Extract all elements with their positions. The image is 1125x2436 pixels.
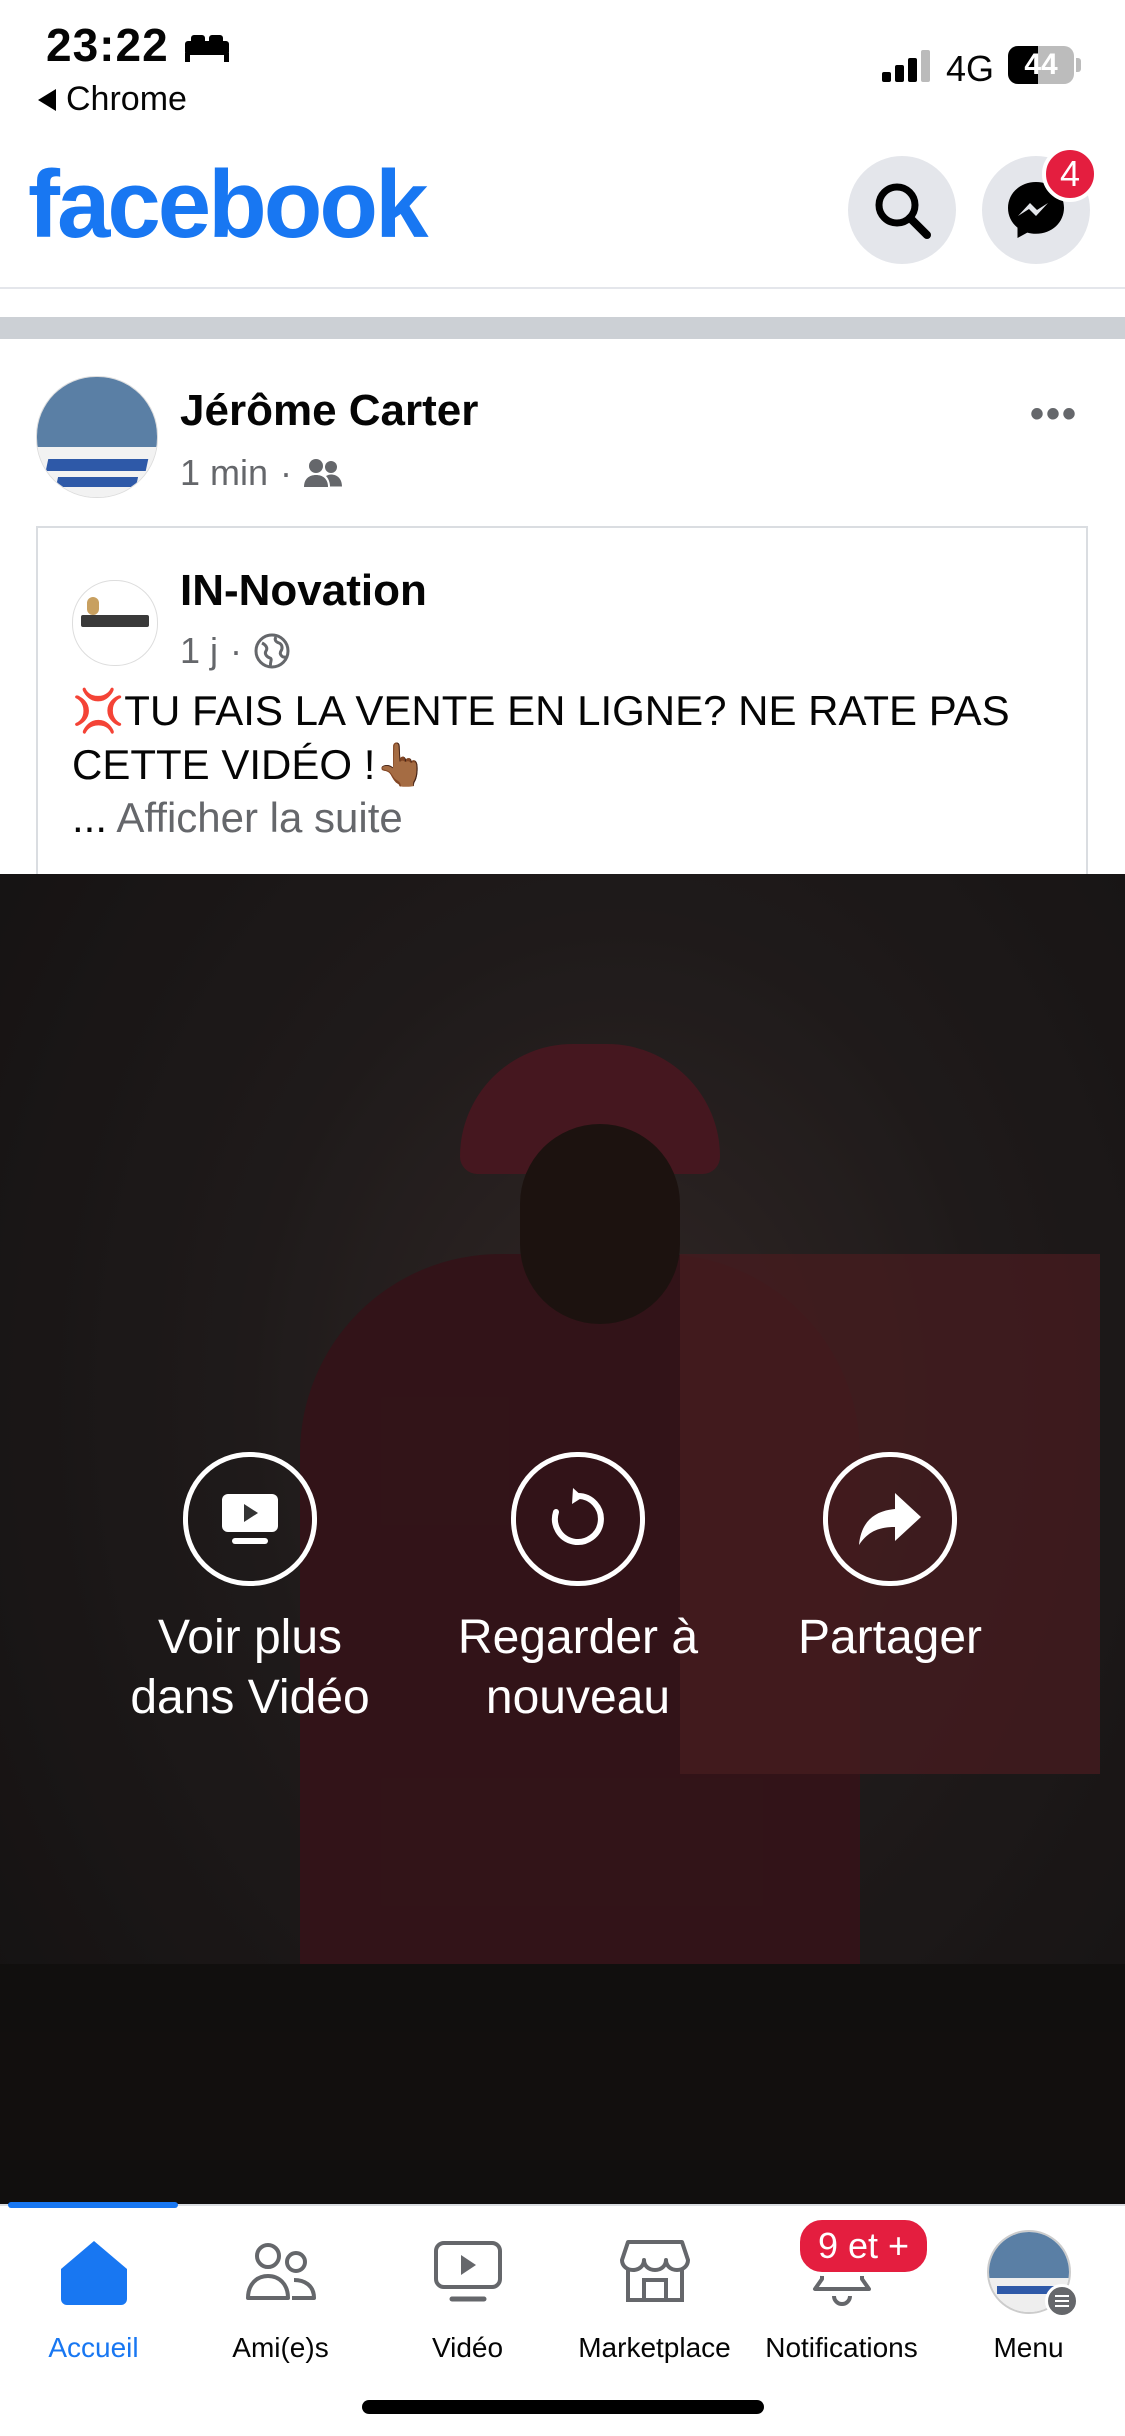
messenger-badge: 4 — [1042, 146, 1098, 202]
cellular-signal-icon — [882, 50, 930, 82]
author-name[interactable]: Jérôme Carter — [180, 386, 478, 436]
nav-tab-menu[interactable]: Menu — [935, 2204, 1122, 2364]
notifications-badge: 9 et + — [796, 2216, 932, 2276]
shared-page-name[interactable]: IN-Novation — [180, 566, 427, 616]
search-icon — [875, 183, 931, 239]
back-arrow-icon — [38, 88, 56, 111]
video-player[interactable]: Voir plus dans Vidéo Regarder à nouveau … — [0, 874, 1125, 2204]
nav-tab-home[interactable]: Accueil — [0, 2204, 187, 2364]
nav-label-notifications: Notifications — [765, 2332, 918, 2363]
watch-more-in-video-button[interactable]: Voir plus dans Vidéo — [90, 1452, 410, 1728]
post-text-body: TU FAIS LA VENTE EN LIGNE? NE RATE PAS C… — [72, 687, 1010, 788]
sleep-focus-icon — [185, 35, 229, 62]
meta-dot: · — [280, 452, 293, 493]
post-options-button[interactable]: ••• — [1030, 392, 1078, 437]
post-time: 1 min — [180, 452, 269, 493]
pointing-emoji: 👆🏾 — [375, 741, 428, 788]
replay-icon — [551, 1488, 604, 1545]
replay-button[interactable]: Regarder à nouveau — [418, 1452, 738, 1728]
friends-icon — [304, 459, 343, 487]
status-time: 23:22 — [46, 19, 169, 71]
nav-tab-video[interactable]: Vidéo — [374, 2204, 561, 2364]
menu-hamburger-icon — [1045, 2284, 1079, 2318]
video-icon — [433, 2241, 502, 2302]
see-more-link[interactable]: ... Afficher la suite — [72, 794, 403, 842]
nav-label-video: Vidéo — [431, 2332, 504, 2363]
network-type: 4G — [946, 48, 995, 89]
nav-label-home: Accueil — [48, 2332, 139, 2363]
shared-post-time: 1 j — [180, 630, 219, 671]
battery-icon: 44 — [1008, 46, 1082, 84]
share-button[interactable]: Partager — [730, 1452, 1050, 1668]
nav-label-friends: Ami(e)s — [232, 2332, 329, 2363]
home-icon — [60, 2241, 127, 2305]
replay-label-2: nouveau — [485, 1671, 671, 1724]
globe-icon — [254, 633, 290, 669]
share-icon-circle — [823, 1452, 957, 1586]
author-avatar[interactable] — [36, 376, 158, 498]
share-label: Partager — [797, 1611, 983, 1664]
battery-level: 44 — [1024, 48, 1058, 81]
home-indicator[interactable] — [362, 2400, 764, 2414]
meta-dot: · — [230, 630, 243, 671]
anger-emoji: 💢 — [72, 687, 125, 734]
nav-label-menu: Menu — [993, 2332, 1064, 2363]
video-tv-icon — [222, 1494, 278, 1544]
video-tv-icon-circle — [183, 1452, 317, 1586]
marketplace-icon — [619, 2240, 690, 2302]
share-icon — [859, 1493, 921, 1545]
nav-tab-marketplace[interactable]: Marketplace — [561, 2204, 748, 2364]
watch-more-label-2: dans Vidéo — [130, 1671, 370, 1724]
watch-more-label-1: Voir plus — [157, 1611, 343, 1664]
friends-icon — [245, 2243, 316, 2300]
facebook-logo[interactable]: facebook — [28, 150, 428, 260]
page-avatar[interactable] — [72, 580, 158, 666]
feed-separator — [0, 317, 1125, 339]
shared-post-meta: 1 j · — [180, 630, 290, 672]
see-more-ellipsis: ... — [72, 794, 108, 841]
see-more-label: Afficher la suite — [116, 794, 403, 841]
post-meta: 1 min · — [180, 452, 343, 494]
search-button[interactable] — [848, 156, 956, 264]
back-app-label: Chrome — [66, 80, 187, 118]
nav-label-marketplace: Marketplace — [578, 2332, 731, 2363]
header-divider — [0, 287, 1125, 289]
replay-label-1: Regarder à — [457, 1611, 699, 1664]
nav-tab-friends[interactable]: Ami(e)s — [187, 2204, 374, 2364]
back-to-app-link[interactable]: Chrome — [38, 80, 187, 119]
shared-post-text: 💢TU FAIS LA VENTE EN LIGNE? NE RATE PAS … — [72, 684, 1072, 792]
replay-icon-circle — [511, 1452, 645, 1586]
